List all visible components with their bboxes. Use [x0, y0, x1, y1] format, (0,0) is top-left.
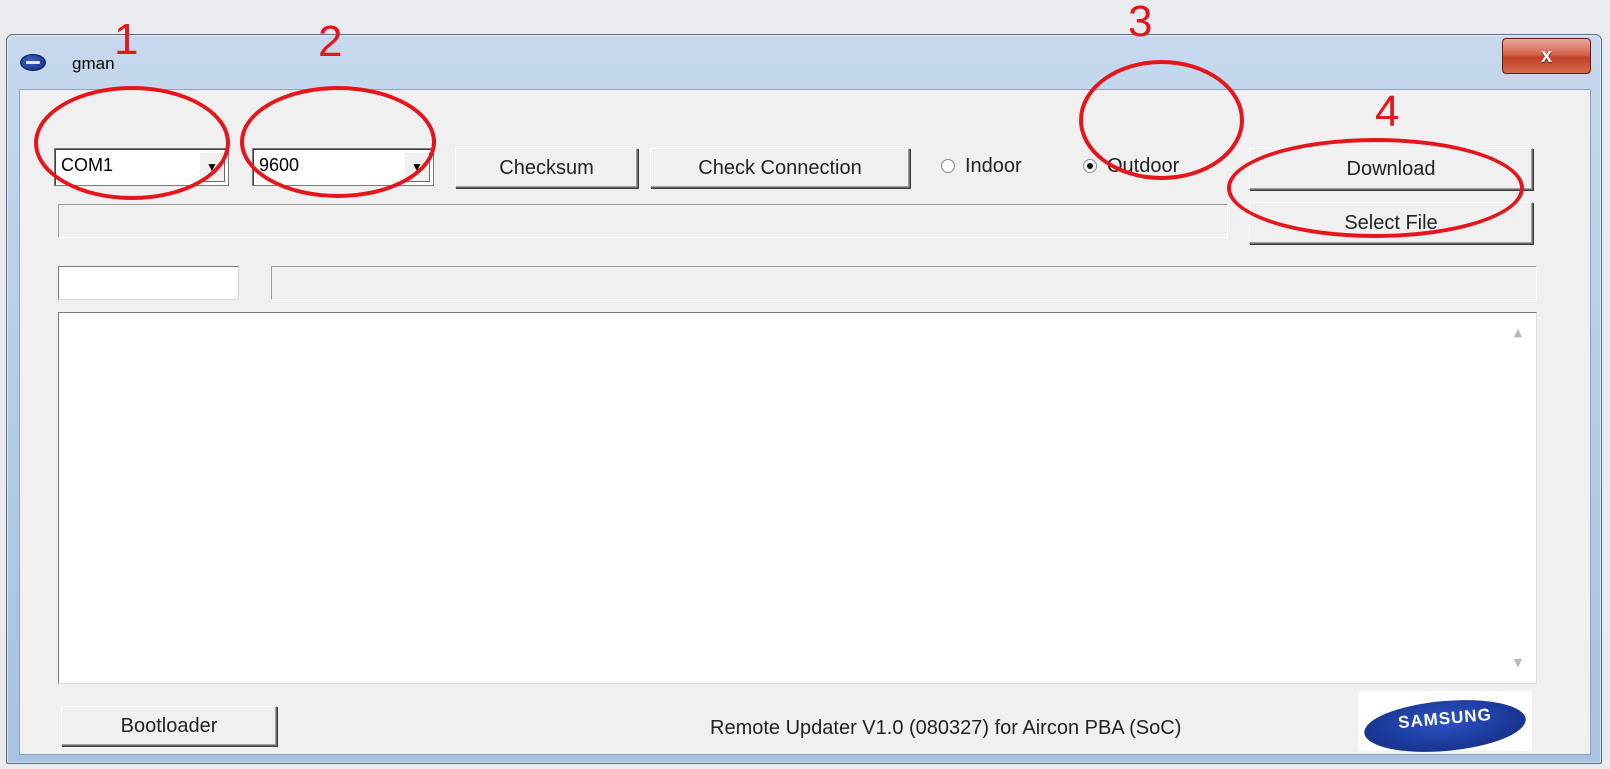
- select-file-button[interactable]: Select File: [1249, 202, 1533, 244]
- app-window: gman x COM1 ▼ 9600 ▼ Checksum Check Conn…: [6, 34, 1602, 764]
- outdoor-radio-circle-icon[interactable]: [1083, 159, 1097, 173]
- status-text: Remote Updater V1.0 (080327) for Aircon …: [710, 717, 1182, 739]
- small-text-field[interactable]: [58, 266, 239, 300]
- outdoor-radio[interactable]: Outdoor: [1083, 152, 1179, 180]
- scroll-down-arrow-icon[interactable]: ▼: [1510, 657, 1526, 669]
- close-icon: x: [1540, 44, 1553, 67]
- window-title: gman: [72, 54, 115, 73]
- com-port-value: COM1: [61, 155, 114, 175]
- progress-bar: [271, 266, 1537, 300]
- indoor-radio-circle-icon[interactable]: [941, 159, 955, 173]
- com-port-dropdown-icon[interactable]: ▼: [199, 152, 225, 182]
- title-bar[interactable]: gman x: [7, 35, 1601, 89]
- outdoor-radio-label: Outdoor: [1107, 154, 1180, 177]
- com-port-select[interactable]: COM1 ▼: [54, 148, 229, 186]
- bootloader-button[interactable]: Bootloader: [61, 706, 277, 746]
- check-connection-button[interactable]: Check Connection: [650, 148, 910, 188]
- file-path-panel: [58, 204, 1228, 238]
- log-text-area[interactable]: ▲ ▼: [58, 312, 1537, 684]
- indoor-radio[interactable]: Indoor: [941, 152, 1022, 180]
- baud-rate-dropdown-icon[interactable]: ▼: [404, 152, 430, 182]
- close-button[interactable]: x: [1502, 38, 1591, 74]
- checksum-button[interactable]: Checksum: [455, 148, 638, 188]
- screenshot-stage: gman x COM1 ▼ 9600 ▼ Checksum Check Conn…: [0, 0, 1610, 769]
- baud-rate-value: 9600: [259, 155, 300, 175]
- download-button[interactable]: Download: [1249, 148, 1533, 190]
- baud-rate-select[interactable]: 9600 ▼: [252, 148, 434, 186]
- indoor-radio-label: Indoor: [965, 154, 1022, 177]
- app-logo-icon: [20, 54, 46, 71]
- scroll-up-arrow-icon[interactable]: ▲: [1510, 327, 1526, 339]
- client-area: COM1 ▼ 9600 ▼ Checksum Check Connection …: [19, 89, 1591, 758]
- samsung-logo-box: SAMSUNG: [1358, 691, 1532, 758]
